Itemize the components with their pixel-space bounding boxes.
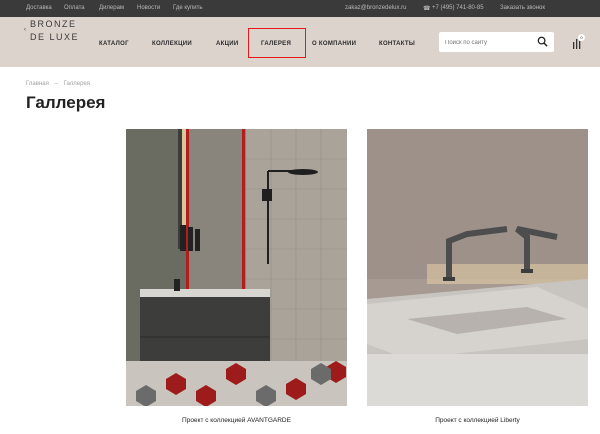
cart-count-badge: 0 — [578, 34, 585, 41]
nav-about[interactable]: О КОМПАНИИ — [312, 41, 356, 47]
nav-contacts[interactable]: КОНТАКТЫ — [379, 41, 415, 47]
topbar-link-dealers[interactable]: Дилерам — [99, 5, 124, 11]
topbar-link-where-to-buy[interactable]: Где купить — [173, 5, 203, 11]
topbar-phone[interactable]: +7 (495) 741-80-85 — [432, 5, 484, 11]
breadcrumb-current: Галлерея — [63, 81, 91, 87]
gallery-image-avantgarde[interactable] — [126, 129, 347, 406]
search-input[interactable] — [445, 37, 533, 48]
nav-sales[interactable]: АКЦИИ — [216, 41, 239, 47]
gallery-card[interactable]: Проект с коллекцией AVANTGARDE — [126, 129, 347, 429]
topbar-link-delivery[interactable]: Доставка — [26, 5, 52, 11]
breadcrumb-home[interactable]: Главная — [26, 81, 49, 87]
nav-active-highlight — [248, 28, 306, 58]
gallery-image-liberty[interactable] — [367, 129, 588, 406]
topbar-callback-link[interactable]: Заказать звонок — [500, 5, 545, 11]
logo-line1: BRONZE — [30, 19, 77, 29]
logo-line2: DE LUXE — [30, 32, 80, 42]
topbar-link-news[interactable]: Новости — [137, 5, 160, 11]
topbar-email[interactable]: zakaz@bronzedelux.ru — [345, 5, 406, 11]
cart-button[interactable]: 0 — [572, 34, 586, 50]
nav-collections[interactable]: КОЛЛЕКЦИИ — [152, 41, 192, 47]
breadcrumb: Главная – Галлерея — [26, 81, 90, 87]
gallery-card[interactable]: Проект с коллекцией Liberty — [367, 129, 588, 429]
phone-icon: ☎ — [423, 6, 431, 12]
page-title: Галлерея — [26, 93, 106, 112]
search-box[interactable] — [439, 32, 554, 52]
search-icon[interactable] — [537, 36, 548, 47]
gallery-caption[interactable]: Проект с коллекцией Liberty — [367, 417, 588, 424]
logo[interactable]: ‹ BRONZE DE LUXE — [24, 17, 82, 49]
gallery-caption[interactable]: Проект с коллекцией AVANTGARDE — [126, 417, 347, 424]
logo-arrow-icon: ‹ — [24, 27, 28, 33]
topbar-link-payment[interactable]: Оплата — [64, 5, 85, 11]
breadcrumb-separator: – — [54, 81, 58, 87]
nav-catalog[interactable]: КАТАЛОГ — [99, 41, 129, 47]
top-bar: Доставка Оплата Дилерам Новости Где купи… — [0, 0, 600, 17]
